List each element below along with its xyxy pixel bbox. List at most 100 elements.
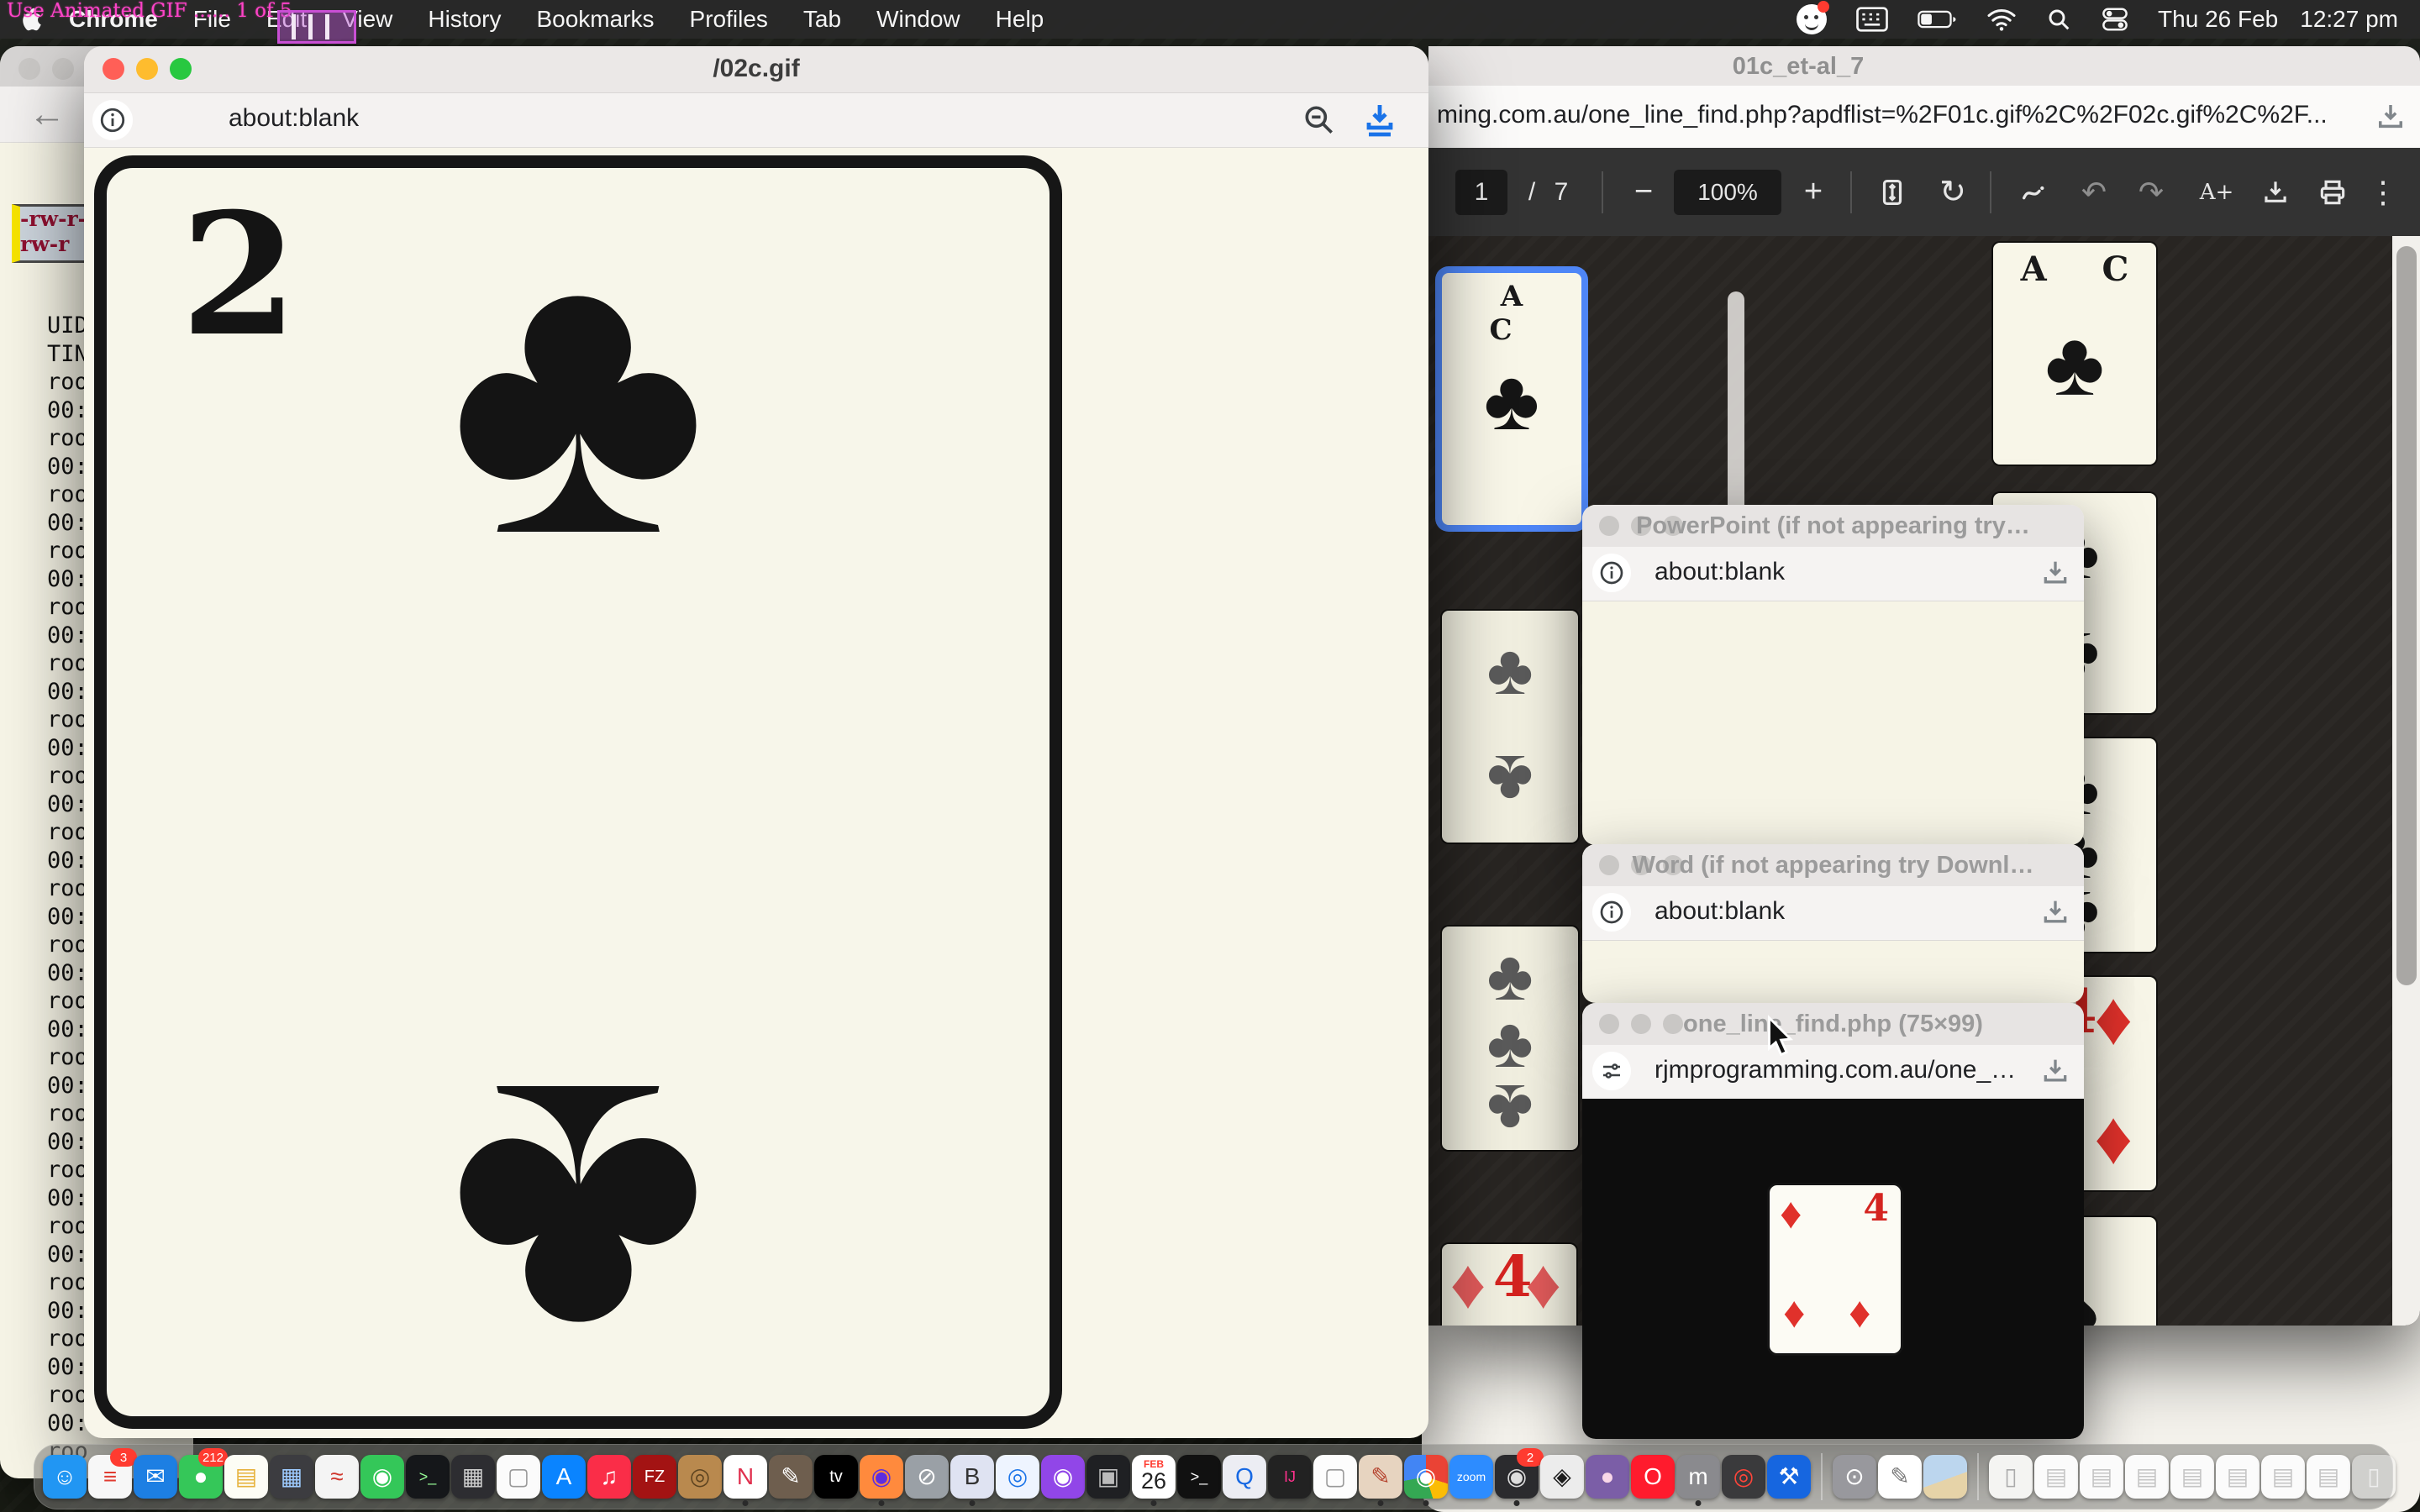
iterm-dock-icon[interactable]: ▣	[1086, 1455, 1130, 1499]
inactive-minimize-button[interactable]	[52, 58, 74, 80]
print-icon[interactable]	[2307, 148, 2358, 236]
menu-help[interactable]: Help	[996, 6, 1044, 33]
close-button[interactable]	[1599, 1014, 1619, 1034]
wifi-icon[interactable]	[1986, 7, 2017, 32]
zoom-in-button[interactable]: +	[1791, 148, 1835, 236]
apple-tv-dock-icon[interactable]: tv	[814, 1455, 858, 1499]
inactive-close-button[interactable]	[18, 58, 40, 80]
quicktime-dock-icon[interactable]: Q	[1223, 1455, 1266, 1499]
url-text[interactable]: about:blank	[1655, 558, 1785, 586]
minimized-window-5-dock-icon[interactable]: ▤	[2216, 1455, 2260, 1499]
close-button[interactable]	[1599, 855, 1619, 875]
gray-app-dock-icon[interactable]: m	[1676, 1455, 1720, 1499]
front-titlebar[interactable]: /02c.gif	[84, 46, 1428, 93]
more-icon[interactable]: ⋮	[2363, 148, 2403, 236]
popup-titlebar[interactable]: PowerPoint (if not appearing try…	[1582, 505, 2084, 548]
minimized-window-6-dock-icon[interactable]: ▤	[2261, 1455, 2305, 1499]
address-bar[interactable]: about:blank	[1582, 886, 2084, 941]
intellij-dock-icon[interactable]: IJ	[1268, 1455, 1312, 1499]
menubar-clock[interactable]: 12:27 pm	[2300, 6, 2398, 33]
photo-file-dock-icon[interactable]	[1923, 1455, 1967, 1499]
podcasts-dock-icon[interactable]: ◉	[1041, 1455, 1085, 1499]
url-text[interactable]: about:blank	[1655, 897, 1785, 926]
keyboard-icon[interactable]	[1855, 5, 1889, 34]
finder-dock-icon[interactable]: ☺	[43, 1455, 87, 1499]
zoom-button[interactable]	[1663, 1014, 1683, 1034]
fit-page-icon[interactable]	[1867, 148, 1918, 236]
minimized-window-3-dock-icon[interactable]: ▤	[2125, 1455, 2169, 1499]
url-text[interactable]: about:blank	[229, 104, 359, 133]
spotlight-search-icon[interactable]	[2045, 6, 2072, 33]
battery-icon[interactable]	[1918, 7, 1958, 32]
console-dock-icon[interactable]: >_	[406, 1455, 450, 1499]
site-info-chip[interactable]	[1592, 554, 1631, 592]
pdf-thumbnail-3[interactable]: ♣♣♣	[1442, 927, 1578, 1150]
panda-app-dock-icon[interactable]: ●	[1586, 1455, 1629, 1499]
url-text[interactable]: ming.com.au/one_line_find.php?apdflist=%…	[1437, 101, 2328, 129]
annotate-icon[interactable]	[2008, 148, 2062, 236]
pdf-titlebar[interactable]: 01c_et-al_7	[1428, 46, 2420, 86]
calendar-dock-icon[interactable]: FEB26	[1132, 1455, 1176, 1499]
dart-app-dock-icon[interactable]: ◎	[1722, 1455, 1765, 1499]
news-dock-icon[interactable]: N	[723, 1455, 767, 1499]
control-center-icon[interactable]	[2101, 7, 2129, 32]
download-icon[interactable]	[2039, 556, 2072, 590]
back-icon[interactable]: ←	[29, 93, 66, 135]
graph-app-dock-icon[interactable]: ≈	[315, 1455, 359, 1499]
rotate-icon[interactable]: ↻	[1928, 148, 1978, 236]
page-number-input[interactable]: 1	[1455, 170, 1507, 215]
mail-dock-icon[interactable]: ✉	[134, 1455, 177, 1499]
pdf-thumbnail-2[interactable]: ♣♣	[1442, 611, 1578, 843]
textedit-dock-icon[interactable]: ▢	[497, 1455, 540, 1499]
menu-window[interactable]: Window	[876, 6, 960, 33]
site-info-chip[interactable]	[92, 100, 133, 140]
address-bar[interactable]: about:blank	[1582, 547, 2084, 601]
firefox-dock-icon[interactable]: ◉	[860, 1455, 903, 1499]
facetime-dock-icon[interactable]: ◉	[360, 1455, 404, 1499]
undo-icon[interactable]: ↶	[2070, 148, 2118, 236]
download-icon[interactable]	[2250, 148, 2301, 236]
launchpad-dock-icon[interactable]: ▦	[270, 1455, 313, 1499]
pdf-thumbnail-4[interactable]: ♦♦4♦♦	[1442, 1244, 1576, 1326]
zoom-button[interactable]	[170, 58, 192, 80]
zoom-out-page-icon[interactable]	[1301, 102, 1338, 139]
pdf-thumbnail-1[interactable]: A C♣	[1442, 273, 1581, 525]
download-icon[interactable]	[2039, 1054, 2072, 1088]
close-button[interactable]	[103, 58, 124, 80]
add-text-icon[interactable]: A+	[2190, 148, 2244, 236]
main-scrollbar-thumb[interactable]	[2396, 246, 2417, 985]
minimized-window-4-dock-icon[interactable]: ▤	[2170, 1455, 2214, 1499]
download-icon[interactable]	[2039, 895, 2072, 929]
music-dock-icon[interactable]: ♫	[587, 1455, 631, 1499]
content-blocker-dock-icon[interactable]: ⊘	[905, 1455, 949, 1499]
notes-dock-icon[interactable]: ▤	[224, 1455, 268, 1499]
menu-profiles[interactable]: Profiles	[690, 6, 768, 33]
reminders-dock-icon[interactable]: ≡3	[88, 1455, 132, 1499]
menu-tab[interactable]: Tab	[803, 6, 841, 33]
minimized-window-1-dock-icon[interactable]: ▤	[2034, 1455, 2078, 1499]
bbedit-dock-icon[interactable]: B	[950, 1455, 994, 1499]
gimp-dock-icon[interactable]: ✎	[769, 1455, 813, 1499]
pencil-doc-dock-icon[interactable]: ✎	[1878, 1455, 1922, 1499]
menubar-date[interactable]: Thu 26 Feb	[2158, 6, 2278, 33]
zoom-out-button[interactable]: −	[1622, 148, 1665, 236]
obs-dock-icon[interactable]: ◉2	[1495, 1455, 1539, 1499]
download-icon[interactable]	[2373, 99, 2408, 134]
jug-file-dock-icon[interactable]: ▯	[1989, 1455, 2033, 1499]
address-bar[interactable]: rjmprogramming.com.au/one_…	[1582, 1045, 2084, 1100]
site-settings-chip[interactable]	[1592, 1052, 1631, 1090]
paint-app-dock-icon[interactable]: ✎	[1359, 1455, 1402, 1499]
popup-titlebar[interactable]: Word (if not appearing try Downl…	[1582, 844, 2084, 887]
menu-extra-app-icon[interactable]	[1797, 4, 1827, 34]
main-scrollbar-track[interactable]	[2392, 236, 2420, 1326]
trash-dock-icon[interactable]: ▯	[2352, 1455, 2396, 1499]
opera-dock-icon[interactable]: O	[1631, 1455, 1675, 1499]
app-store-dock-icon[interactable]: A	[542, 1455, 586, 1499]
minimized-window-2-dock-icon[interactable]: ▤	[2080, 1455, 2123, 1499]
site-info-chip[interactable]	[1592, 893, 1631, 932]
preview-doc-dock-icon[interactable]: ▢	[1313, 1455, 1357, 1499]
popup-titlebar[interactable]: one_line_find.php (75×99)	[1582, 1003, 2084, 1046]
zoom-level[interactable]: 100%	[1674, 170, 1781, 215]
minimize-button[interactable]	[1631, 1014, 1651, 1034]
messages-dock-icon[interactable]: ●212	[179, 1455, 223, 1499]
